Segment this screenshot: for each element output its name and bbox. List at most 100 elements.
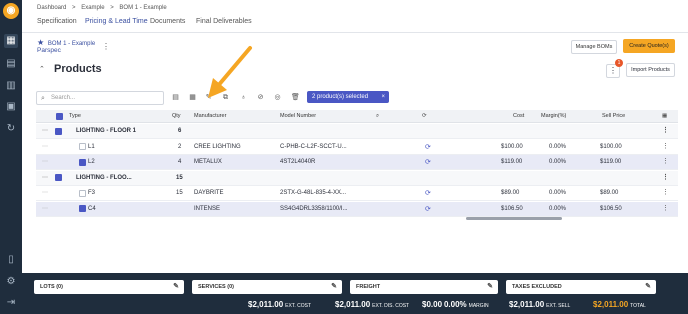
row-checkbox[interactable]	[79, 205, 86, 212]
col-type[interactable]: Type	[69, 113, 81, 119]
create-quote-button[interactable]: Create Quote(s)	[623, 39, 675, 53]
search-icon[interactable]: ⌕	[376, 113, 379, 120]
grid-icon[interactable]: ▦	[4, 34, 18, 48]
sync-icon[interactable]: ⟳	[425, 158, 431, 166]
row-checkbox[interactable]	[79, 189, 86, 197]
drag-handle-icon[interactable]: ⋯	[42, 143, 48, 150]
refresh-col-icon[interactable]: ⟳	[422, 113, 427, 119]
cell-sell[interactable]: $106.50	[600, 206, 622, 212]
services-box[interactable]: SERVICES (0) ✎	[192, 280, 342, 294]
cell-manufacturer[interactable]: METALUX	[194, 159, 222, 165]
col-qty[interactable]: Qty	[172, 113, 181, 119]
cell-qty[interactable]: 15	[176, 190, 183, 196]
drag-handle-icon[interactable]: ⋯	[42, 158, 48, 165]
cell-margin[interactable]: 0.00%	[549, 144, 566, 150]
col-margin[interactable]: Margin(%)	[541, 113, 566, 119]
cell-margin[interactable]: 0.00%	[549, 190, 566, 196]
manage-boms-button[interactable]: Manage BOMs	[571, 40, 617, 54]
cell-model[interactable]: 2STX-G-48L-835-4-XX...	[280, 190, 346, 196]
cell-model[interactable]: C-PHB-C-L2F-SCCT-U...	[280, 144, 347, 150]
logout-icon[interactable]: ⇥	[4, 296, 18, 310]
tab-final-deliverables[interactable]: Final Deliverables	[196, 18, 252, 25]
col-manufacturer[interactable]: Manufacturer	[194, 113, 226, 119]
row-menu-icon[interactable]: ⋮	[662, 188, 669, 196]
edit-freight-icon[interactable]: ✎	[487, 280, 493, 294]
crumb-dashboard[interactable]: Dashboard	[37, 5, 66, 11]
cell-sell[interactable]: $119.00	[600, 159, 621, 165]
row-checkbox[interactable]	[79, 143, 86, 150]
table-view-icon[interactable]: ▤	[171, 93, 180, 102]
tab-documents[interactable]: Documents	[150, 18, 185, 25]
col-cost[interactable]: Cost	[513, 113, 524, 119]
star-icon[interactable]: ★	[37, 38, 44, 47]
calendar-icon[interactable]: ▤	[4, 57, 18, 71]
column-settings-icon[interactable]: ▦	[662, 113, 667, 119]
group-row[interactable]: ⋯⌄LIGHTING - FLOO...15⋮	[36, 170, 678, 186]
col-model[interactable]: Model Number	[280, 113, 316, 119]
search-input[interactable]: ⌕ Search...	[36, 91, 164, 105]
cell-qty[interactable]: 2	[178, 144, 181, 150]
col-sell[interactable]: Sell Price	[602, 113, 625, 119]
row-menu-icon[interactable]: ⋮	[662, 126, 669, 134]
cell-sell[interactable]: $100.00	[600, 144, 622, 150]
table-row[interactable]: ⋯ F3 15 DAYBRITE 2STX-G-48L-835-4-XX... ⟳ $89.…	[36, 186, 678, 201]
chart-icon[interactable]: ▥	[4, 79, 18, 93]
drag-handle-icon[interactable]: ⋯	[42, 127, 48, 134]
cell-cost[interactable]: $100.00	[501, 144, 523, 150]
select-all-checkbox[interactable]	[56, 113, 63, 120]
taxes-box[interactable]: TAXES EXCLUDED ✎	[506, 280, 656, 294]
cell-margin[interactable]: 0.00%	[549, 206, 566, 212]
table-row[interactable]: ⋯ L1 2 CREE LIGHTING C-PHB-C-L2F-SCCT-U... ⟳ $…	[36, 140, 678, 155]
grid-view-icon[interactable]: ▦	[188, 93, 197, 102]
edit-lots-icon[interactable]: ✎	[173, 280, 179, 294]
cell-sell[interactable]: $89.00	[600, 190, 618, 196]
sync-icon[interactable]: ⟳	[425, 143, 431, 151]
app-logo[interactable]: ◉	[3, 3, 19, 19]
cell-manufacturer[interactable]: CREE LIGHTING	[194, 144, 241, 150]
cell-qty[interactable]: 15	[176, 175, 183, 181]
toggle-icon[interactable]: ◎	[273, 93, 282, 102]
cell-manufacturer[interactable]: INTENSE	[194, 206, 220, 212]
row-checkbox[interactable]	[55, 127, 62, 135]
sync-icon[interactable]: ⟳	[425, 189, 431, 197]
drag-handle-icon[interactable]: ⋯	[42, 174, 48, 181]
row-menu-icon[interactable]: ⋮	[662, 173, 669, 181]
cell-qty[interactable]: 6	[178, 128, 181, 134]
lots-box[interactable]: LOTS (0) ✎	[34, 280, 184, 294]
table-row[interactable]: ⋯ L2 4 METALUX 4ST2L4040R ⟳ $119.00 0.00% $119.0…	[36, 155, 678, 170]
sync-icon[interactable]: ⟳	[425, 205, 431, 213]
cell-model[interactable]: SS4G4DRL3358/1100/I...	[280, 206, 348, 212]
import-products-button[interactable]: Import Products	[626, 63, 675, 77]
cell-cost[interactable]: $106.50	[501, 206, 523, 212]
drag-handle-icon[interactable]: ⋯	[42, 205, 48, 212]
trash-icon[interactable]: 🗑	[291, 93, 300, 102]
row-menu-icon[interactable]: ⋮	[662, 142, 669, 150]
bom-menu-icon[interactable]: ⋮	[102, 42, 110, 51]
cell-qty[interactable]: 4	[178, 159, 181, 165]
book-icon[interactable]: ▯	[4, 253, 18, 267]
tab-pricing[interactable]: Pricing & Lead Time	[85, 18, 148, 25]
crumb-example[interactable]: Example	[81, 5, 104, 11]
table-row[interactable]: ⋯ C4 INTENSE SS4G4DRL3358/1100/I... ⟳ $106.50…	[36, 201, 678, 217]
clear-selection-icon[interactable]: ×	[381, 91, 385, 103]
row-menu-icon[interactable]: ⋮	[662, 157, 669, 165]
tab-specification[interactable]: Specification	[37, 18, 77, 25]
group-row[interactable]: ⋯⌄LIGHTING - FLOOR 16⋮	[36, 124, 678, 139]
gear-icon[interactable]: ⚙	[4, 275, 18, 289]
refresh-icon[interactable]: ↻	[4, 122, 18, 136]
collapse-icon[interactable]: ⌃	[39, 65, 45, 73]
cell-cost[interactable]: $89.00	[501, 190, 519, 196]
row-checkbox[interactable]	[79, 158, 86, 166]
horizontal-scrollbar[interactable]	[466, 217, 562, 220]
freight-box[interactable]: FREIGHT ✎	[350, 280, 498, 294]
row-checkbox[interactable]	[55, 174, 62, 181]
drag-handle-icon[interactable]: ⋯	[42, 189, 48, 196]
cell-model[interactable]: 4ST2L4040R	[280, 159, 315, 165]
edit-taxes-icon[interactable]: ✎	[645, 280, 651, 294]
cell-margin[interactable]: 0.00%	[549, 159, 566, 165]
document-icon[interactable]: ▣	[4, 100, 18, 114]
cell-cost[interactable]: $119.00	[501, 159, 522, 165]
edit-services-icon[interactable]: ✎	[331, 280, 337, 294]
row-menu-icon[interactable]: ⋮	[662, 204, 669, 212]
cell-manufacturer[interactable]: DAYBRITE	[194, 190, 224, 196]
